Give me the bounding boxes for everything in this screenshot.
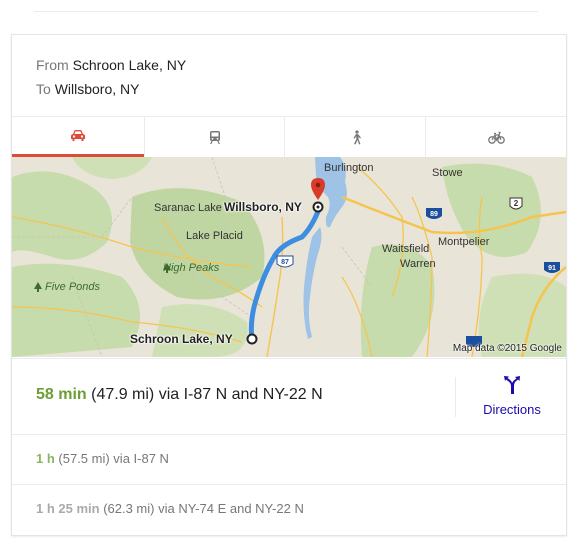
travel-mode-tabs [12, 116, 566, 158]
alternate-route-details: (57.5 mi) via I-87 N [54, 451, 169, 466]
to-label: To [36, 81, 51, 97]
us-route-2-shield-icon: 2 [509, 197, 523, 210]
alternate-route-time: 1 h [36, 451, 55, 466]
directions-icon [504, 376, 520, 394]
primary-route[interactable]: 58 min (47.9 mi) via I-87 N and NY-22 N … [12, 358, 566, 434]
destination-point-icon [312, 201, 324, 213]
destination-marker-icon[interactable] [311, 178, 325, 200]
tree-icon [34, 282, 42, 292]
directions-button[interactable]: Directions [462, 375, 562, 421]
map-label-stowe: Stowe [432, 167, 463, 179]
train-icon [210, 130, 220, 144]
map-label-lake-placid: Lake Placid [186, 230, 243, 242]
interstate-87-shield-icon: 87 [276, 255, 294, 268]
walking-icon [353, 129, 361, 144]
tab-walk[interactable] [284, 117, 426, 157]
alternate-route-1[interactable]: 1 h (57.5 mi) via I-87 N [12, 434, 566, 484]
alternate-route-2[interactable]: 1 h 25 min (62.3 mi) via NY-74 E and NY-… [12, 484, 566, 534]
top-divider [34, 11, 538, 12]
alternate-route-details: (62.3 mi) via NY-74 E and NY-22 N [99, 501, 304, 516]
from-label: From [36, 57, 69, 73]
map-label-destination: Willsboro, NY [224, 200, 302, 214]
i89-shield-number: 89 [430, 211, 438, 218]
map-label-high-peaks: High Peaks [163, 262, 220, 274]
tab-bike[interactable] [425, 117, 567, 157]
to-place[interactable]: Willsboro, NY [55, 81, 140, 97]
map-label-waitsfield: Waitsfield [382, 243, 430, 255]
directions-card: From Schroon Lake, NY To Willsboro, NY B… [11, 34, 567, 536]
i91-shield-number: 91 [548, 265, 556, 272]
i87-shield-number: 87 [281, 259, 289, 266]
route-from: From Schroon Lake, NY [36, 57, 186, 73]
tree-icon [163, 263, 171, 273]
alternate-route-time: 1 h 25 min [36, 501, 100, 516]
tab-car[interactable] [12, 117, 144, 157]
alternate-route-summary: 1 h (57.5 mi) via I-87 N [36, 451, 169, 466]
interstate-89-shield-icon: 89 [426, 208, 442, 219]
car-icon [71, 130, 85, 141]
tab-transit[interactable] [144, 117, 285, 157]
map-label-montpelier: Montpelier [438, 236, 490, 248]
primary-route-summary: 58 min (47.9 mi) via I-87 N and NY-22 N [36, 386, 323, 404]
map-label-five-ponds: Five Ponds [45, 281, 101, 293]
origin-point-icon[interactable] [246, 333, 258, 345]
map-label-saranac-lake: Saranac Lake [154, 202, 222, 214]
map-attribution: Map data ©2015 Google [452, 343, 562, 354]
interstate-91-shield-icon: 91 [544, 262, 560, 273]
primary-route-details: (47.9 mi) via I-87 N and NY-22 N [86, 386, 323, 403]
primary-route-time: 58 min [36, 386, 87, 403]
alternate-route-summary: 1 h 25 min (62.3 mi) via NY-74 E and NY-… [36, 501, 304, 516]
map-label-warren: Warren [400, 258, 436, 270]
from-place[interactable]: Schroon Lake, NY [73, 57, 187, 73]
directions-label: Directions [483, 402, 541, 417]
us2-shield-number: 2 [514, 199, 519, 208]
map-label-burlington: Burlington [324, 162, 374, 174]
route-to: To Willsboro, NY [36, 81, 139, 97]
bicycle-icon [488, 131, 505, 144]
map-label-origin: Schroon Lake, NY [130, 332, 233, 346]
route-map[interactable]: Burlington Stowe Saranac Lake Lake Placi… [12, 157, 566, 357]
directions-divider [455, 377, 456, 417]
